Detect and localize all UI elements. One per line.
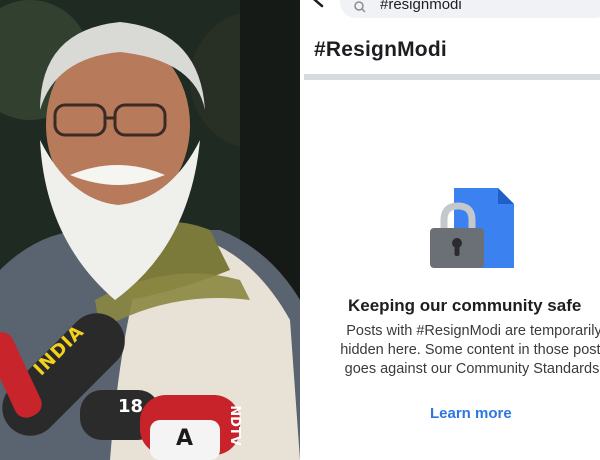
restricted-content-illustration: [428, 184, 518, 279]
notice-body-line: Posts with #ResignModi are temporarily: [346, 323, 600, 339]
press-photo-illustration: [0, 0, 300, 460]
mic-label-18: 18: [118, 396, 144, 417]
learn-more-link[interactable]: Learn more: [430, 405, 512, 422]
chevron-left-icon[interactable]: [312, 0, 328, 16]
hashtag-title: #ResignModi: [314, 38, 447, 61]
header-divider: [304, 74, 600, 80]
search-icon: [354, 0, 366, 13]
notice-body: Posts with #ResignModi are temporarily h…: [324, 322, 600, 379]
top-search-bar: #resignmodi: [304, 0, 600, 25]
notice-body-line: goes against our Community Standards.: [344, 361, 600, 377]
press-photo: INDIA 18 NDTV A: [0, 0, 300, 460]
hashtag-header: #ResignModi: [304, 24, 600, 74]
notice-body-line: hidden here. Some content in those posts: [340, 342, 600, 358]
mic-label-a: A: [176, 426, 194, 451]
search-input[interactable]: #resignmodi: [340, 0, 600, 18]
search-query-text: #resignmodi: [380, 0, 462, 13]
notice-title: Keeping our community safe: [348, 296, 582, 315]
facebook-hashtag-screen: #resignmodi #ResignModi Keeping our comm…: [304, 0, 600, 460]
mic-label-ndtv: NDTV: [226, 405, 242, 446]
